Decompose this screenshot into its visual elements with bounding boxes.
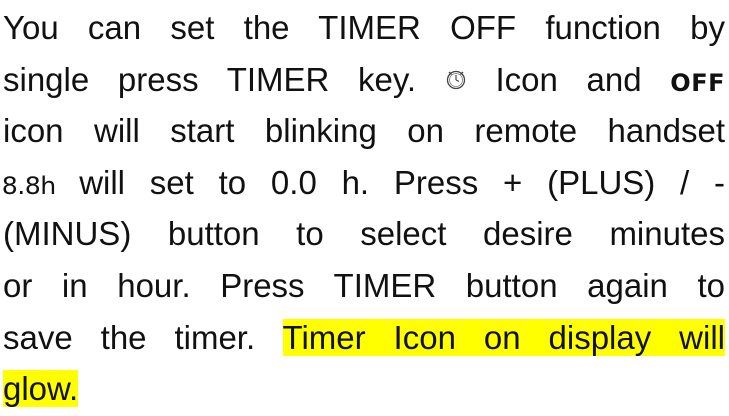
- text-line-8: glow.: [3, 363, 725, 415]
- clock-icon: [446, 70, 465, 89]
- line-5-text: (MINUS) button to select desire minutes: [3, 215, 725, 253]
- line-4-text: will set to 0.0 h. Press + (PLUS) / -: [79, 163, 726, 201]
- highlighted-note-end: glow.: [3, 370, 79, 408]
- off-icon: OFF: [670, 68, 725, 97]
- line-2-text-a: single press TIMER key.: [3, 60, 417, 98]
- highlighted-note: Timer Icon on display will: [282, 318, 726, 356]
- text-line-6: or in hour. Press TIMER button again to: [3, 260, 725, 312]
- text-line-7: save the timer. Timer Icon on display wi…: [3, 312, 726, 364]
- line-6-text: or in hour. Press TIMER button again to: [3, 266, 725, 304]
- line-7-text: save the timer.: [3, 318, 256, 356]
- text-line-4: 8.8h will set to 0.0 h. Press + (PLUS) /…: [2, 157, 726, 209]
- text-line-2: single press TIMER key. Icon and OFF: [3, 54, 725, 106]
- segment-display-icon: 8.8h: [1, 171, 56, 200]
- text-line-3: icon will start blinking on remote hands…: [3, 105, 725, 157]
- text-line-5: (MINUS) button to select desire minutes: [3, 208, 725, 260]
- instruction-paragraph: You can set the TIMER OFF function by si…: [2, 2, 726, 415]
- line-2-text-b: Icon and: [495, 60, 642, 98]
- line-1-text: You can set the TIMER OFF function by: [3, 9, 725, 46]
- line-3-text: icon will start blinking on remote hands…: [3, 112, 725, 150]
- text-line-1: You can set the TIMER OFF function by: [3, 2, 725, 54]
